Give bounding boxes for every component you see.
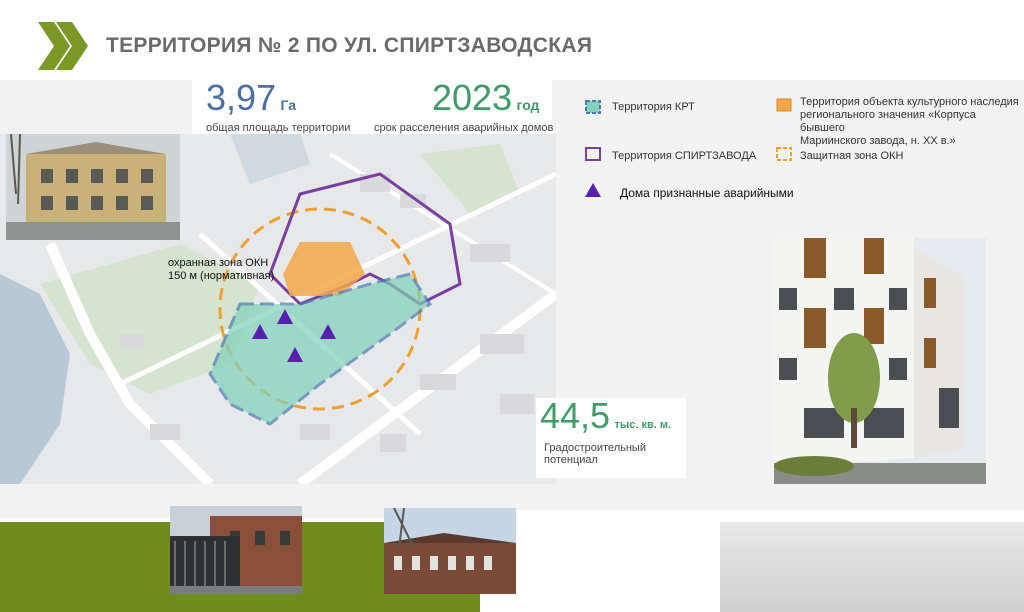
zone-legend-label: Защитная зона ОКН xyxy=(800,150,904,162)
potential-unit: тыс. кв. м. xyxy=(614,419,672,431)
bottom-gray-panel xyxy=(720,522,1024,612)
year-unit: год xyxy=(516,97,540,113)
okn-legend-line1: Территория объекта культурного наследия xyxy=(800,96,1019,108)
old-house-photo xyxy=(6,134,180,240)
okn-territory xyxy=(283,242,365,296)
zone-label-line1: охранная зона ОКН xyxy=(168,257,269,269)
okn-legend-icon xyxy=(776,98,792,112)
year-stat: 2023 год xyxy=(432,80,539,116)
area-unit: Га xyxy=(280,97,297,113)
potential-caption-line1: Градостроительный xyxy=(544,442,646,454)
spirt-legend-icon xyxy=(585,147,601,161)
double-chevron-logo-icon xyxy=(38,22,88,70)
zone-legend-icon xyxy=(776,147,792,161)
potential-stat: 44,5 тыс. кв. м. xyxy=(540,398,671,434)
potential-caption: Градостроительный потенциал xyxy=(544,442,646,466)
okn-legend-label: Территория объекта культурного наследия … xyxy=(800,96,1020,148)
park-area-2 xyxy=(420,144,520,214)
okn-legend-line2: регионального значения «Корпуса бывшего xyxy=(800,109,976,134)
year-caption: срок расселения аварийных домов xyxy=(374,122,554,134)
new-building-render xyxy=(774,238,986,484)
area-caption: общая площадь территории xyxy=(206,122,351,134)
okn-legend-line3: Мариинского завода, н. XX в.» xyxy=(800,135,956,147)
area-value: 3,97 xyxy=(206,77,277,118)
area-stat: 3,97 Га xyxy=(206,80,296,116)
year-value: 2023 xyxy=(432,77,513,118)
spirt-legend-label: Территория СПИРТЗАВОДА xyxy=(612,150,757,162)
potential-caption-line2: потенциал xyxy=(544,454,598,466)
houses-legend-label: Дома признанные аварийными xyxy=(620,186,794,200)
factory-gate-photo xyxy=(170,506,302,594)
factory-building-photo xyxy=(384,508,516,594)
triangle-legend-icon xyxy=(585,183,601,197)
zone-label: охранная зона ОКН 150 м (нормативная) xyxy=(168,257,274,283)
potential-value: 44,5 xyxy=(540,395,611,436)
lake-water xyxy=(230,134,310,184)
page-title: ТЕРРИТОРИЯ № 2 ПО УЛ. СПИРТЗАВОДСКАЯ xyxy=(106,34,593,57)
krt-legend-icon xyxy=(585,100,601,114)
krt-legend-label: Территория КРТ xyxy=(612,101,695,113)
zone-label-line2: 150 м (нормативная) xyxy=(168,270,275,282)
